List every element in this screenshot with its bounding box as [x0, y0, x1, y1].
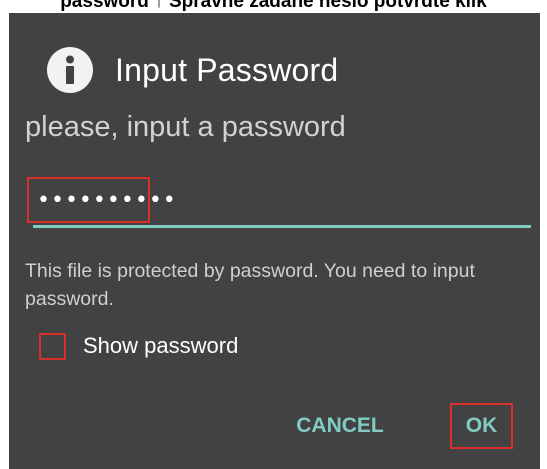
show-password-label: Show password	[83, 333, 239, 358]
password-field-underline	[33, 225, 531, 228]
password-input-value[interactable]: ••••••••••	[27, 177, 176, 223]
password-field[interactable]: ••••••••••	[25, 176, 531, 234]
dialog-header: Input Password	[47, 43, 338, 97]
show-password-checkbox[interactable]	[39, 332, 66, 360]
show-password-toggle[interactable]: Show password	[39, 331, 238, 361]
info-icon	[47, 47, 93, 93]
dialog-title: Input Password	[115, 51, 339, 88]
password-dialog: Input Password please, input a password …	[9, 13, 540, 469]
ok-button[interactable]: OK	[450, 403, 513, 449]
top-caption: password ↑ Spravne zadane heslo potvrdte…	[60, 0, 487, 12]
dialog-prompt: please, input a password	[25, 111, 346, 143]
cancel-button[interactable]: CANCEL	[284, 403, 396, 449]
dialog-description: This file is protected by password. You …	[25, 260, 475, 310]
